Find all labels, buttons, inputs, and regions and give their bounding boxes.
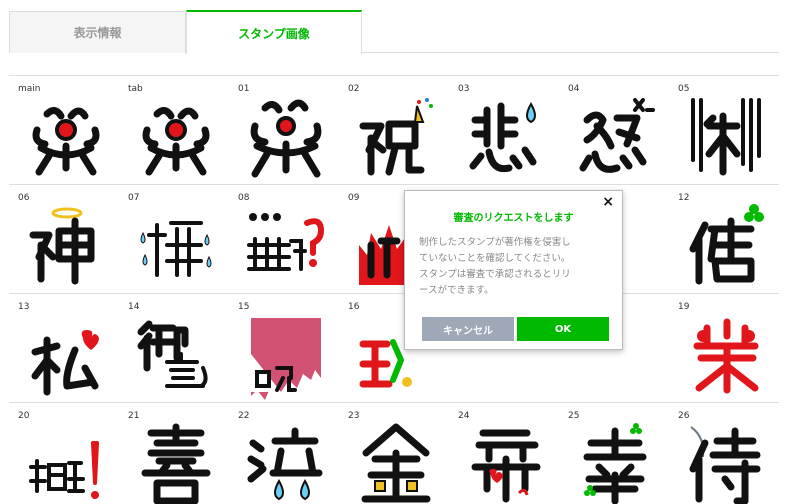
- sticker-label: 24: [458, 411, 470, 421]
- sticker-laugh-image: [250, 99, 322, 178]
- sticker-curse-image: [251, 318, 321, 400]
- sticker-row: 13 14 15 16 19: [9, 294, 779, 403]
- sticker-joy-image: [141, 423, 211, 504]
- tab-bar: 表示情報 スタンプ画像: [9, 10, 779, 54]
- sticker-label: 03: [458, 84, 470, 94]
- sticker-label: 06: [18, 193, 30, 203]
- sticker-myself-image: [31, 330, 99, 396]
- sticker-sad-image: [469, 101, 537, 173]
- sticker-cell-13[interactable]: 13: [9, 294, 119, 402]
- sticker-label: 07: [128, 193, 140, 203]
- sticker-cell-14[interactable]: 14: [119, 294, 229, 402]
- dialog-message-line: スタンプは審査で承認されるとリリ: [419, 269, 571, 280]
- sticker-label: 08: [238, 193, 250, 203]
- sticker-label: 16: [348, 302, 360, 312]
- sticker-cell-05[interactable]: 05: [669, 76, 779, 184]
- dialog-message-line: 制作したスタンプが著作権を侵害し: [419, 237, 571, 248]
- sticker-label: 21: [128, 411, 140, 421]
- cancel-button[interactable]: キャンセル: [422, 317, 514, 341]
- sticker-label: 09: [348, 193, 360, 203]
- sticker-fun-image: [693, 318, 759, 394]
- sticker-angry-image: [579, 98, 655, 173]
- sticker-cell-15[interactable]: 15: [229, 294, 339, 402]
- ok-button[interactable]: OK: [517, 317, 609, 341]
- sticker-cell-26[interactable]: 26: [669, 403, 779, 504]
- sticker-cell-24[interactable]: 24: [449, 403, 559, 504]
- sticker-label: 02: [348, 84, 360, 94]
- sticker-label: 15: [238, 302, 250, 312]
- sticker-cell-21[interactable]: 21: [119, 403, 229, 504]
- sticker-label: 01: [238, 84, 250, 94]
- sticker-understood-image: [137, 320, 208, 388]
- sticker-cell-25[interactable]: 25: [559, 403, 669, 504]
- dialog-message-line: ースができます。: [419, 285, 494, 296]
- review-request-dialog: × 審査のリクエストをします 制作したスタンプが著作権を侵害し ていないことを確…: [404, 190, 623, 350]
- sticker-row: 20 21 22 23 24 25 26: [9, 403, 779, 504]
- sticker-celebrate-image: [359, 98, 433, 176]
- sticker-laugh-image: [142, 107, 210, 176]
- sticker-label: 12: [678, 193, 690, 203]
- sticker-cell-main[interactable]: main: [9, 76, 119, 184]
- sticker-label: 20: [18, 411, 30, 421]
- sticker-cell-03[interactable]: 03: [449, 76, 559, 184]
- sticker-label: 14: [128, 302, 140, 312]
- sticker-label: 22: [238, 411, 250, 421]
- tab-sticker-images[interactable]: スタンプ画像: [186, 10, 362, 54]
- sticker-panic-image: [140, 221, 212, 277]
- sticker-cell-02[interactable]: 02: [339, 76, 449, 184]
- sticker-cold-image: [691, 98, 761, 176]
- sticker-label: tab: [128, 84, 143, 94]
- sticker-label: 13: [18, 302, 30, 312]
- sticker-ignore-image: [247, 213, 325, 271]
- close-icon[interactable]: ×: [602, 194, 614, 210]
- sticker-money-image: [361, 423, 431, 503]
- dialog-message: 制作したスタンプが著作権を侵害し ていないことを確認してください。 スタンプは審…: [419, 235, 614, 299]
- dialog-title: 審査のリクエストをします: [453, 213, 574, 224]
- sticker-label: 26: [678, 411, 690, 421]
- sticker-cell-19[interactable]: 19: [669, 294, 779, 402]
- sticker-label: 23: [348, 411, 360, 421]
- sticker-cell-12[interactable]: 12: [669, 185, 779, 293]
- sticker-cell-04[interactable]: 04: [559, 76, 669, 184]
- dialog-message-line: ていないことを確認してください。: [419, 253, 571, 264]
- sticker-me-image: [689, 204, 764, 285]
- sticker-laugh-image: [32, 107, 100, 176]
- sticker-cell-22[interactable]: 22: [229, 403, 339, 504]
- sticker-cell-06[interactable]: 06: [9, 185, 119, 293]
- sticker-label: 25: [568, 411, 580, 421]
- sticker-cell-23[interactable]: 23: [339, 403, 449, 504]
- sticker-label: 04: [568, 84, 580, 94]
- sticker-cell-20[interactable]: 20: [9, 403, 119, 504]
- sticker-god-image: [29, 207, 95, 285]
- sticker-cell-01[interactable]: 01: [229, 76, 339, 184]
- sticker-row: 06 07 08 09 12: [9, 185, 779, 294]
- sticker-samurai-image: [689, 426, 761, 504]
- sticker-row: main tab 01 02 03 04 05: [9, 76, 779, 185]
- sticker-do-your-best-image: [29, 441, 99, 499]
- sticker-label: 19: [678, 302, 690, 312]
- sticker-cell-tab[interactable]: tab: [119, 76, 229, 184]
- sticker-label: 05: [678, 84, 690, 94]
- sticker-love-image: [471, 429, 541, 503]
- sticker-cell-07[interactable]: 07: [119, 185, 229, 293]
- sticker-label: main: [18, 84, 41, 94]
- sticker-cry-image: [247, 427, 323, 501]
- sticker-grid: main tab 01 02 03 04 05 06 07 08 09 12 1…: [9, 75, 779, 504]
- tab-display-info[interactable]: 表示情報: [9, 11, 186, 53]
- sticker-cell-08[interactable]: 08: [229, 185, 339, 293]
- sticker-happiness-image: [583, 423, 647, 504]
